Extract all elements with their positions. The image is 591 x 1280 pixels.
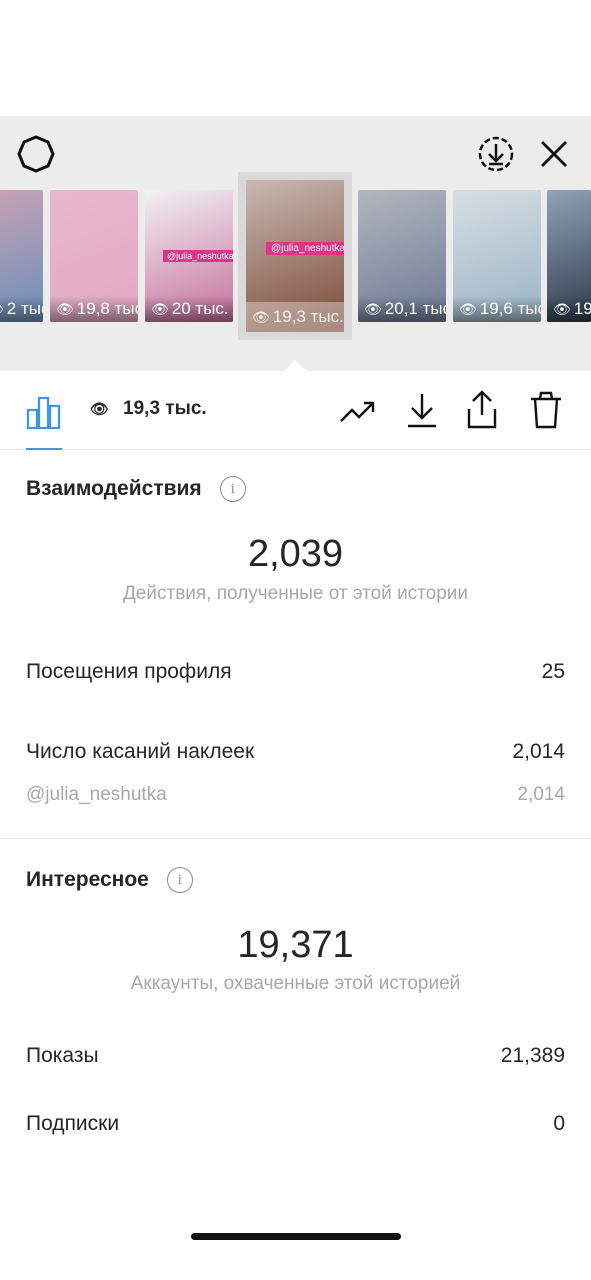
promote-button[interactable]	[336, 392, 380, 432]
delete-button[interactable]	[524, 388, 568, 432]
eye-icon: 👁	[0, 301, 4, 318]
sticker-taps-label: Число касаний наклеек	[26, 740, 255, 763]
profile-visits-label: Посещения профиля	[26, 660, 232, 683]
story-views-value: 20,1 тыс.	[384, 299, 446, 318]
story-thumbnail[interactable]: @julia_neshutka 👁 20 тыс.	[145, 190, 233, 322]
settings-button[interactable]	[14, 132, 58, 176]
download-icon	[408, 394, 436, 428]
story-views: 👁2 тыс.	[0, 296, 43, 322]
download-all-button[interactable]	[474, 132, 518, 176]
info-icon[interactable]: i	[219, 476, 246, 502]
impressions-row: Показы 21,389	[26, 1044, 565, 1068]
story-thumbnail[interactable]: 👁20,1 тыс.	[358, 190, 446, 322]
story-views-value: 20 тыс.	[171, 299, 229, 318]
sticker-account-label: @julia_neshutka	[26, 784, 167, 805]
story-thumbnails-strip[interactable]: 👁2 тыс. 👁19,8 тыс. @julia_neshutka 👁20 т…	[0, 172, 591, 350]
follows-value: 0	[553, 1112, 565, 1135]
interactions-title: Взаимодействия	[26, 477, 202, 500]
story-views: 👁19,8 тыс.	[50, 296, 138, 322]
profile-visits-value: 25	[541, 660, 565, 683]
story-thumbnail[interactable]: 👁19,6 тыс.	[453, 190, 541, 322]
interactions-total: 2,039	[247, 533, 344, 575]
sticker-taps-value: 2,014	[512, 740, 565, 763]
discovery-subtitle: Аккаунты, охваченные этой историей	[130, 973, 461, 994]
follows-row: Подписки 0	[26, 1112, 565, 1136]
story-views-value: 19,8 тыс.	[76, 299, 138, 318]
story-thumbnail-selected[interactable]: @julia_neshutka 👁 19,3 тыс.	[238, 172, 352, 340]
download-circle-icon	[478, 136, 514, 172]
story-toolbar: 👁 19,3 тыс.	[0, 372, 591, 450]
story-views: 👁 20 тыс.	[145, 296, 233, 322]
eye-icon: 👁	[364, 300, 382, 317]
story-views-value: 2 тыс.	[6, 299, 43, 318]
gear-icon	[17, 135, 55, 173]
active-tab-indicator	[26, 448, 62, 450]
eye-icon: 👁	[459, 300, 477, 317]
impressions-value: 21,389	[500, 1044, 565, 1067]
story-thumbnail[interactable]: 👁2 тыс.	[0, 190, 43, 322]
story-views-value: 19	[573, 299, 591, 318]
section-divider	[0, 838, 591, 839]
close-icon	[541, 141, 567, 167]
views-total: 👁 19,3 тыс.	[90, 398, 207, 420]
impressions-label: Показы	[26, 1044, 99, 1067]
selection-caret	[283, 360, 307, 372]
info-icon[interactable]: i	[166, 867, 193, 893]
interactions-subtitle: Действия, полученные от этой истории	[122, 583, 469, 604]
eye-icon: 👁	[90, 401, 110, 418]
story-views: 👁 19	[547, 296, 591, 322]
story-thumbnail[interactable]: 👁19,8 тыс.	[50, 190, 138, 322]
home-indicator[interactable]	[191, 1233, 401, 1240]
eye-icon: 👁	[56, 300, 74, 317]
discovery-total: 19,371	[237, 924, 354, 966]
story-views-value: 19,3 тыс.	[272, 307, 344, 326]
eye-icon: 👁	[553, 300, 571, 317]
trending-up-icon	[340, 401, 375, 422]
story-views: 👁19,6 тыс.	[453, 296, 541, 322]
close-button[interactable]	[532, 132, 576, 176]
sticker-account-value: 2,014	[517, 784, 565, 805]
eye-icon: 👁	[252, 308, 270, 325]
share-icon	[467, 390, 497, 429]
discovery-title: Интересное	[26, 868, 149, 891]
story-views-value: 19,6 тыс.	[479, 299, 541, 318]
story-thumbnail[interactable]: 👁 19	[547, 190, 591, 322]
download-button[interactable]	[400, 388, 444, 432]
discovery-section-title: Интересное i	[26, 867, 193, 893]
sticker-taps-row: Число касаний наклеек 2,014	[26, 740, 565, 764]
follows-label: Подписки	[26, 1112, 120, 1135]
bar-chart-icon	[26, 396, 61, 430]
interactions-section-title: Взаимодействия i	[26, 476, 246, 502]
insights-tab[interactable]	[22, 392, 66, 432]
story-views: 👁20,1 тыс.	[358, 296, 446, 322]
profile-visits-row: Посещения профиля 25	[26, 660, 565, 684]
story-views: 👁 19,3 тыс.	[246, 302, 344, 332]
trash-icon	[531, 391, 561, 429]
views-total-value: 19,3 тыс.	[123, 398, 207, 419]
story-tag: @julia_neshutka	[266, 242, 344, 255]
sticker-account-row: @julia_neshutka 2,014	[26, 784, 565, 806]
story-tag: @julia_neshutka	[163, 250, 233, 262]
share-button[interactable]	[460, 388, 504, 432]
eye-icon: 👁	[151, 300, 169, 317]
